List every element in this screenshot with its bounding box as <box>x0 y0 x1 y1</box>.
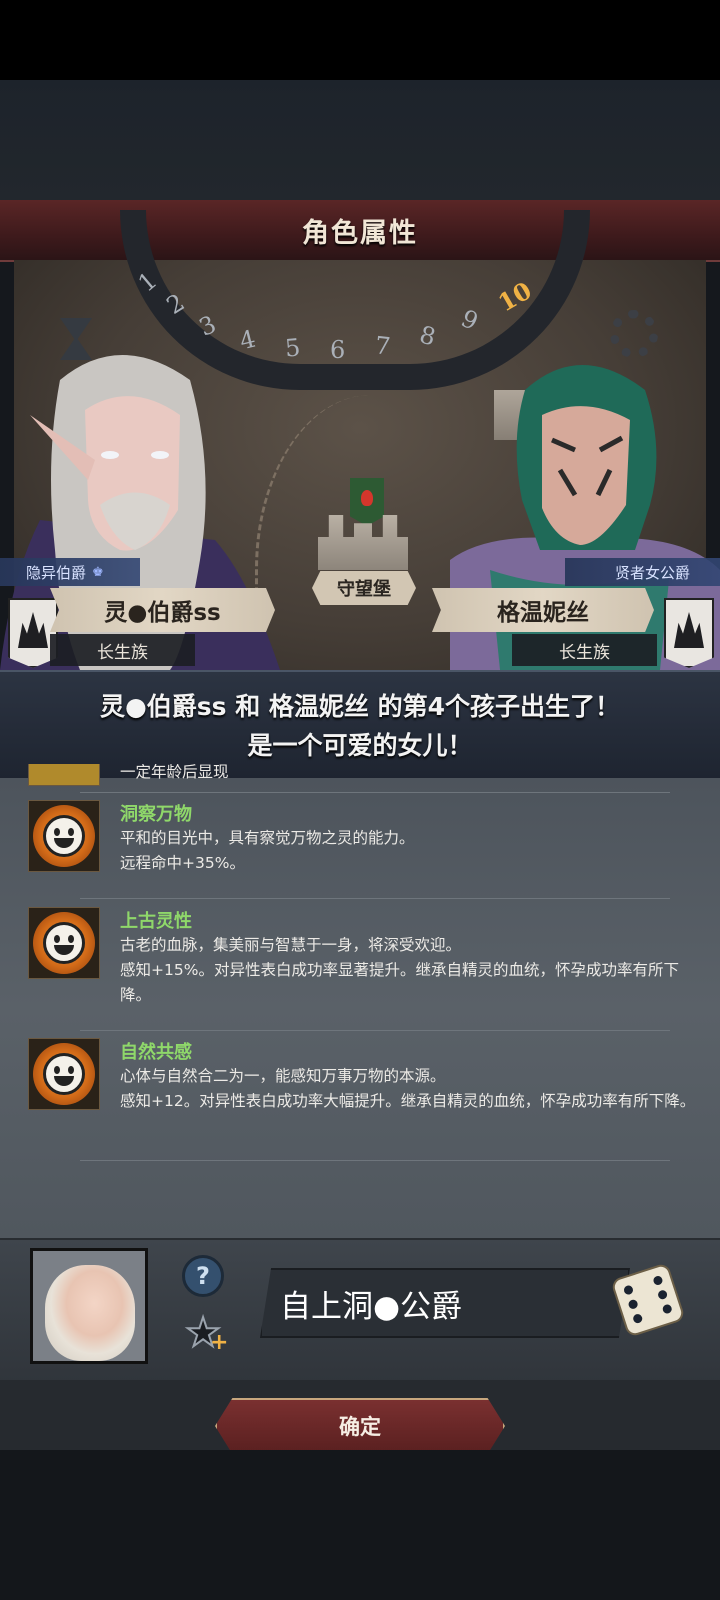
status-bar <box>0 0 720 80</box>
smiley-icon <box>28 907 100 979</box>
fire-banner-icon <box>350 478 384 526</box>
announcement-line1: 灵●伯爵ss 和 格温妮丝 的第4个孩子出生了！ <box>99 692 621 721</box>
dial-number: 6 <box>330 336 346 364</box>
trait-name: 自然共感 <box>120 1042 192 1063</box>
divider <box>80 1030 670 1031</box>
trait-name: 洞察万物 <box>120 804 192 825</box>
trait-name: 上古灵性 <box>120 911 192 932</box>
top-backdrop <box>0 80 720 200</box>
mother-race-label: 长生族 <box>512 634 657 666</box>
father-title: 隐异伯爵 <box>26 563 87 582</box>
trait-item[interactable]: 自然共感 心体与自然合二为一，能感知万事万物的本源。 感知+12。对异性表白成功… <box>28 1038 698 1158</box>
trait-desc: 平和的目光中，具有察觉万物之灵的能力。 远程命中+35%。 <box>120 829 415 872</box>
help-button[interactable]: ? <box>182 1255 224 1297</box>
mother-name-label[interactable]: 格温妮丝 <box>432 588 654 632</box>
divider <box>80 1160 670 1161</box>
baby-portrait <box>45 1265 135 1361</box>
smiley-icon <box>28 800 100 872</box>
trait-desc: 心体与自然合二为一，能感知万事万物的本源。 感知+12。对异性表白成功率大幅提升… <box>120 1067 696 1110</box>
child-name-input[interactable] <box>262 1270 628 1336</box>
child-name-field[interactable] <box>260 1268 630 1338</box>
bottom-backdrop <box>0 1450 720 1600</box>
trait-item[interactable]: 上古灵性 古老的血脉，集美丽与智慧于一身，将深受欢迎。 感知+15%。对异性表白… <box>28 907 698 1027</box>
father-race-label: 长生族 <box>50 634 195 666</box>
dial-number: 2 <box>161 288 190 320</box>
smiley-icon <box>28 1038 100 1110</box>
trait-item[interactable]: 洞察万物 平和的目光中，具有察觉万物之灵的能力。 远程命中+35%。 <box>28 800 698 890</box>
favorite-plus-icon: + <box>210 1330 229 1355</box>
castle-name-label: 守望堡 <box>312 571 416 605</box>
trait-desc: 古老的血脉，集美丽与智慧于一身，将深受欢迎。 感知+15%。对异性表白成功率显著… <box>120 936 679 1004</box>
mother-title: 贤者女公爵 <box>614 563 690 582</box>
dial-number-current: 10 <box>492 275 537 318</box>
father-name-label[interactable]: 灵●伯爵ss <box>50 588 275 632</box>
dial-number: 5 <box>283 333 302 363</box>
dial-number: 7 <box>373 331 392 361</box>
mother-title-badge: 贤者女公爵 <box>565 558 720 586</box>
clan-banner-icon[interactable] <box>664 598 714 668</box>
announcement-line2: 是一个可爱的女儿！ <box>247 731 473 760</box>
divider <box>80 898 670 899</box>
trait-desc: 一定年龄后显现 <box>120 764 229 781</box>
castle-icon <box>318 515 408 570</box>
father-title-badge: 隐异伯爵 ♚ <box>0 558 140 586</box>
child-avatar[interactable] <box>30 1248 148 1364</box>
divider <box>80 792 670 793</box>
trait-item: 一定年龄后显现 <box>28 764 698 788</box>
crown-icon: ♚ <box>92 564 104 580</box>
smiley-icon <box>28 764 100 786</box>
confirm-button[interactable]: 确定 <box>215 1398 505 1454</box>
